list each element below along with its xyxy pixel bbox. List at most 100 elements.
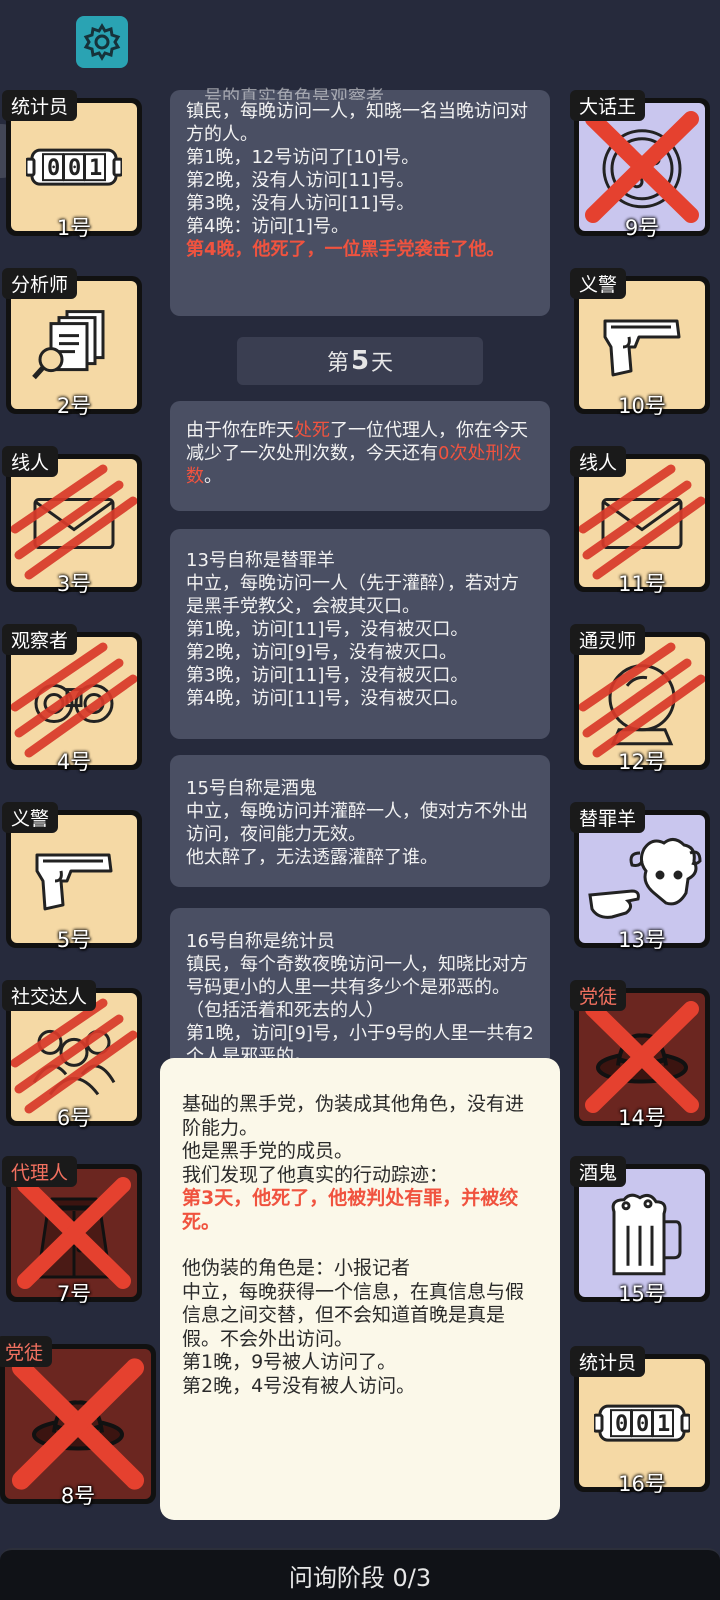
role-label: 义警	[570, 268, 627, 299]
svg-text:0: 0	[615, 1412, 628, 1437]
pistol-icon	[33, 845, 115, 919]
claim-title: 13号自称是替罪羊	[186, 550, 335, 571]
log-line: 第3晚，访问[11]号，没有被灭口。	[186, 665, 469, 686]
player-number: 9号	[624, 216, 660, 240]
role-label: 社交达人	[2, 980, 97, 1011]
player-card[interactable]: 线人 11号	[570, 446, 710, 596]
log-line: 第4晚：访问[1]号。	[186, 216, 349, 237]
popup-line-3: 我们发现了他真实的行动踪迹：	[182, 1163, 449, 1186]
player-number: 2号	[56, 394, 92, 418]
player-number: 4号	[56, 750, 92, 774]
role-label: 党徒	[0, 1336, 53, 1367]
role-label: 线人	[2, 446, 59, 477]
claim-title: 15号自称是酒鬼	[186, 778, 317, 799]
log-line: 中立，每晚访问一人（先于灌醉），若对方是黑手党教父，会被其灭口。	[186, 573, 519, 617]
log-line: 镇民，每晚访问一人，知晓一名当晚访问对方的人。	[186, 101, 528, 145]
counter-icon: 001	[592, 1398, 692, 1452]
log-death-line: 第4晚，他死了，一位黑手党袭击了他。	[186, 239, 505, 260]
log-line: 中立，每晚访问并灌醉一人，使对方不外出访问，夜间能力无效。	[186, 801, 528, 845]
counter-icon: 001	[24, 142, 124, 196]
player-card[interactable]: 酒鬼 15号	[570, 1156, 710, 1306]
phase-bar: 问询阶段 0/3	[0, 1548, 720, 1600]
player-card[interactable]: 义警 10号	[570, 268, 710, 418]
log-claim-13: 13号自称是替罪羊 中立，每晚访问一人（先于灌醉），若对方是黑手党教父，会被其灭…	[170, 529, 550, 739]
role-label: 分析师	[2, 268, 78, 299]
red-cross-overlay	[5, 1349, 151, 1499]
player-card[interactable]: 观察者 4号	[2, 624, 142, 774]
log-line: 他太醉了，无法透露灌醉了谁。	[186, 847, 438, 868]
claim-lines: 中立，每晚访问并灌醉一人，使对方不外出访问，夜间能力无效。 他太醉了，无法透露灌醉…	[186, 800, 534, 869]
player-number: 10号	[618, 394, 666, 418]
player-number: 8号	[60, 1484, 96, 1508]
role-label: 义警	[2, 802, 59, 833]
notice-b: 处死	[294, 420, 330, 441]
player-number: 15号	[618, 1282, 666, 1306]
player-card[interactable]: 义警 5号	[2, 802, 142, 952]
phase-label: 问询阶段 0/3	[288, 1563, 432, 1592]
magnifier-documents-icon	[31, 304, 117, 394]
player-card[interactable]: 替罪羊 13号	[570, 802, 710, 952]
log-entry-11-reveal: …号的真实角色是观察者 镇民，每晚访问一人，知晓一名当晚访问对方的人。 第1晚，1…	[170, 87, 550, 316]
log-line: 镇民，每个奇数夜晚访问一人，知晓比对方号码更小的人里一共有多少个是邪恶的。（包括…	[186, 954, 528, 1021]
settings-button[interactable]	[76, 16, 128, 68]
day-label: 第5天	[237, 337, 483, 385]
log-lines: 镇民，每晚访问一人，知晓一名当晚访问对方的人。 第1晚，12号访问了[10]号。第…	[186, 100, 534, 238]
log-claim-16: 16号自称是统计员 镇民，每个奇数夜晚访问一人，知晓比对方号码更小的人里一共有多…	[170, 908, 550, 1068]
player-number: 3号	[56, 572, 92, 596]
player-number: 1号	[56, 216, 92, 240]
player-number: 7号	[56, 1282, 92, 1306]
svg-text:0: 0	[636, 1412, 649, 1437]
player-number: 16号	[618, 1472, 666, 1496]
claim-lines: 镇民，每个奇数夜晚访问一人，知晓比对方号码更小的人里一共有多少个是邪恶的。（包括…	[186, 953, 534, 1068]
role-label: 党徒	[570, 980, 627, 1011]
player-number: 5号	[56, 928, 92, 952]
claim-lines: 中立，每晚访问一人（先于灌醉），若对方是黑手党教父，会被其灭口。 第1晚，访问[1…	[186, 572, 534, 710]
svg-text:1: 1	[89, 156, 102, 181]
popup-night-2: 第2晚，4号没有被人访问。	[182, 1374, 416, 1397]
log-line: 第1晚，12号访问了[10]号。	[186, 147, 420, 168]
log-line: 第4晚，访问[11]号，没有被灭口。	[186, 688, 469, 709]
notice-e: 。	[204, 466, 222, 487]
player-card[interactable]: 代理人 7号	[2, 1156, 142, 1306]
player-number: 14号	[618, 1106, 666, 1130]
popup-line-1: 基础的黑手党，伪装成其他角色，没有进阶能力。	[182, 1093, 525, 1139]
day-prefix: 第	[326, 351, 349, 376]
player-card[interactable]: 党徒 14号	[570, 980, 710, 1130]
log-execution-notice: 由于你在昨天处死了一位代理人，你在今天减少了一次处刑次数，今天还有0次处刑次数。	[170, 401, 550, 511]
day-suffix: 天	[371, 351, 394, 376]
log-claim-15: 15号自称是酒鬼 中立，每晚访问并灌醉一人，使对方不外出访问，夜间能力无效。 他太…	[170, 755, 550, 887]
svg-text:0: 0	[68, 156, 81, 181]
svg-text:1: 1	[657, 1412, 670, 1437]
pistol-icon	[601, 311, 683, 385]
player-card-face	[5, 1349, 151, 1499]
day-number: 5	[350, 346, 370, 376]
popup-disguise: 他伪装的角色是：小报记者	[182, 1257, 411, 1279]
player-number: 11号	[618, 572, 666, 596]
log-line: 第2晚，访问[9]号，没有被灭口。	[186, 642, 457, 663]
role-label: 统计员	[570, 1346, 646, 1377]
role-label: 大话王	[570, 90, 646, 121]
player-number: 12号	[618, 750, 666, 774]
player-card[interactable]: 分析师 2号	[2, 268, 142, 418]
role-label: 替罪羊	[570, 802, 646, 833]
claim-title: 16号自称是统计员	[186, 931, 335, 952]
role-label: 观察者	[2, 624, 78, 655]
role-label: 代理人	[2, 1156, 78, 1187]
notice-a: 由于你在昨天	[186, 420, 294, 441]
popup-night-1: 第1晚，9号被人访问了。	[182, 1351, 397, 1373]
sheep-pointing-icon	[582, 833, 702, 933]
player-card[interactable]: 0 0 1 统计员 16号	[570, 1346, 710, 1496]
gear-icon	[83, 23, 121, 61]
player-card[interactable]: 0 0 1 统计员 1号	[2, 90, 142, 240]
player-card[interactable]: 线人 3号	[2, 446, 142, 596]
log-line: 第2晚，没有人访问[11]号。	[186, 170, 415, 191]
player-card[interactable]: 大话王 9号	[570, 90, 710, 240]
popup-desc: 中立，每晚获得一个信息，在真信息与假信息之间交替，但不会知道首晚是真是假。不会外…	[182, 1280, 525, 1350]
role-detail-popup[interactable]: 基础的黑手党，伪装成其他角色，没有进阶能力。 他是黑手党的成员。 我们发现了他真…	[160, 1058, 560, 1520]
player-card[interactable]: 党徒 8号	[0, 1336, 156, 1508]
log-line: 第1晚，访问[11]号，没有被灭口。	[186, 619, 469, 640]
role-label: 线人	[570, 446, 627, 477]
player-card[interactable]: 通灵师 12号	[570, 624, 710, 774]
role-label: 酒鬼	[570, 1156, 627, 1187]
player-card[interactable]: 社交达人 6号	[2, 980, 142, 1130]
